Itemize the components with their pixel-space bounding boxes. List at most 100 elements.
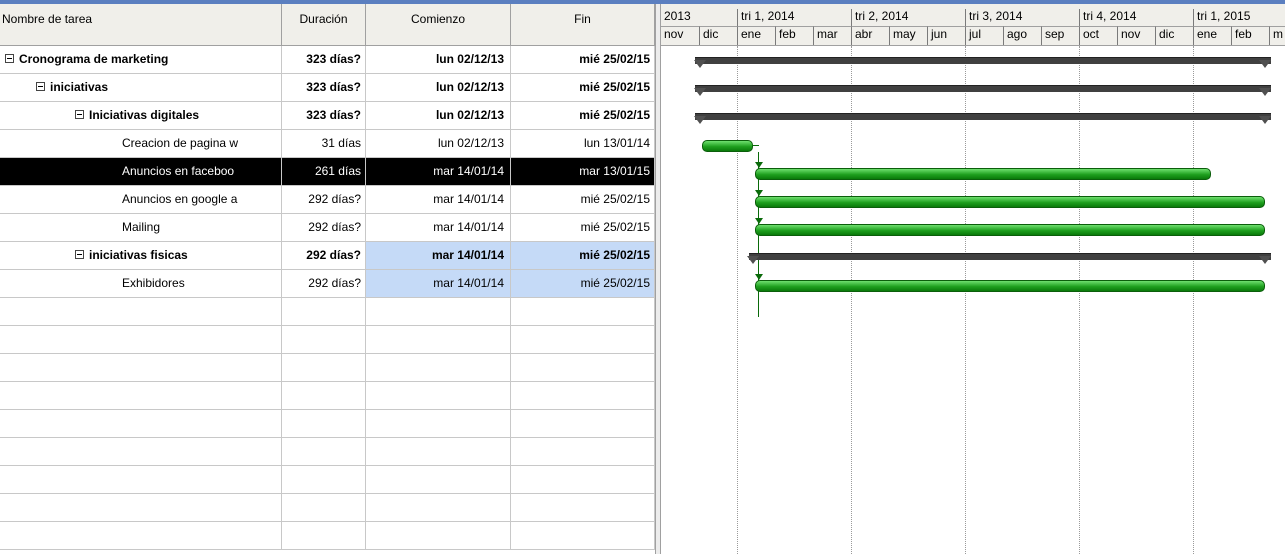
- timescale-month: nov: [661, 26, 699, 45]
- task-end[interactable]: mié 25/02/15: [511, 270, 655, 297]
- timescale-month: feb: [775, 26, 813, 45]
- summary-bar[interactable]: [695, 85, 1271, 92]
- task-start[interactable]: mar 14/01/14: [366, 270, 511, 297]
- table-row[interactable]: Iniciativas digitales 323 días? lun 02/1…: [0, 102, 655, 130]
- summary-bar[interactable]: [695, 113, 1271, 120]
- task-end[interactable]: mié 25/02/15: [511, 74, 655, 101]
- summary-start-cap: [747, 256, 759, 264]
- task-start[interactable]: mar 14/01/14: [366, 214, 511, 241]
- task-bar[interactable]: [755, 196, 1265, 208]
- task-name: Iniciativas digitales: [89, 108, 200, 122]
- column-header-duration[interactable]: Duración: [282, 4, 366, 46]
- column-header-name[interactable]: Nombre de tarea: [0, 4, 282, 46]
- table-row[interactable]: iniciativas 323 días? lun 02/12/13 mié 2…: [0, 74, 655, 102]
- task-start[interactable]: lun 02/12/13: [366, 130, 511, 157]
- empty-row[interactable]: [0, 494, 655, 522]
- timescale-month: dic: [1155, 26, 1193, 45]
- table-row[interactable]: Cronograma de marketing 323 días? lun 02…: [0, 46, 655, 74]
- task-name[interactable]: Anuncios en google a: [0, 186, 282, 213]
- task-name: iniciativas fisicas: [89, 248, 188, 262]
- task-end[interactable]: mié 25/02/15: [511, 102, 655, 129]
- table-row[interactable]: iniciativas fisicas 292 días? mar 14/01/…: [0, 242, 655, 270]
- task-duration[interactable]: 292 días?: [282, 186, 366, 213]
- timescale-quarter: tri 2, 2014: [851, 9, 965, 26]
- quarter-gridline: [1079, 46, 1080, 554]
- timescale-month: ene: [1193, 26, 1231, 45]
- quarter-gridline: [965, 46, 966, 554]
- summary-start-cap: [694, 60, 706, 68]
- timescale-month: jun: [927, 26, 965, 45]
- task-end[interactable]: lun 13/01/14: [511, 130, 655, 157]
- table-row[interactable]: Creacion de pagina w 31 días lun 02/12/1…: [0, 130, 655, 158]
- task-end[interactable]: mié 25/02/15: [511, 214, 655, 241]
- task-end[interactable]: mié 25/02/15: [511, 242, 655, 269]
- empty-row[interactable]: [0, 522, 655, 550]
- task-end[interactable]: mié 25/02/15: [511, 186, 655, 213]
- dependency-link: [752, 145, 759, 146]
- timescale-quarter: tri 1, 2015: [1193, 9, 1285, 26]
- gantt-chart: 2013 tri 1, 2014 tri 2, 2014 tri 3, 2014…: [661, 4, 1285, 554]
- empty-row[interactable]: [0, 466, 655, 494]
- task-bar[interactable]: [702, 140, 753, 152]
- task-bar[interactable]: [755, 168, 1211, 180]
- table-row[interactable]: Mailing 292 días? mar 14/01/14 mié 25/02…: [0, 214, 655, 242]
- task-table: Nombre de tarea Duración Comienzo Fin Cr…: [0, 4, 655, 554]
- table-row-selected[interactable]: Anuncios en faceboo 261 días mar 14/01/1…: [0, 158, 655, 186]
- task-duration[interactable]: 292 días?: [282, 270, 366, 297]
- task-bar[interactable]: [755, 224, 1265, 236]
- task-start[interactable]: mar 14/01/14: [366, 186, 511, 213]
- task-bar[interactable]: [755, 280, 1265, 292]
- task-end[interactable]: mié 25/02/15: [511, 46, 655, 73]
- timescale-month: abr: [851, 26, 889, 45]
- task-start[interactable]: lun 02/12/13: [366, 46, 511, 73]
- summary-bar[interactable]: [749, 253, 1271, 260]
- task-duration[interactable]: 292 días?: [282, 214, 366, 241]
- task-end[interactable]: mar 13/01/15: [511, 158, 655, 185]
- empty-row[interactable]: [0, 326, 655, 354]
- timescale-month: ago: [1003, 26, 1041, 45]
- timescale-header: 2013 tri 1, 2014 tri 2, 2014 tri 3, 2014…: [661, 4, 1285, 46]
- timescale-month: ene: [737, 26, 775, 45]
- summary-start-cap: [694, 116, 706, 124]
- task-start[interactable]: mar 14/01/14: [366, 158, 511, 185]
- collapse-toggle-icon[interactable]: [75, 110, 84, 120]
- task-name[interactable]: Exhibidores: [0, 270, 282, 297]
- summary-bar[interactable]: [695, 57, 1271, 64]
- task-name[interactable]: Mailing: [0, 214, 282, 241]
- task-duration[interactable]: 323 días?: [282, 46, 366, 73]
- timescale-month: nov: [1117, 26, 1155, 45]
- table-row[interactable]: Exhibidores 292 días? mar 14/01/14 mié 2…: [0, 270, 655, 298]
- task-duration[interactable]: 292 días?: [282, 242, 366, 269]
- quarter-gridline: [851, 46, 852, 554]
- task-start[interactable]: mar 14/01/14: [366, 242, 511, 269]
- task-start[interactable]: lun 02/12/13: [366, 74, 511, 101]
- task-name: iniciativas: [50, 80, 109, 94]
- summary-end-cap: [1259, 60, 1271, 68]
- timescale-month: jul: [965, 26, 1003, 45]
- task-name[interactable]: Anuncios en faceboo: [0, 158, 282, 185]
- timescale-month: sep: [1041, 26, 1079, 45]
- timescale-quarter: tri 4, 2014: [1079, 9, 1193, 26]
- task-duration[interactable]: 323 días?: [282, 74, 366, 101]
- table-row[interactable]: Anuncios en google a 292 días? mar 14/01…: [0, 186, 655, 214]
- column-header-start[interactable]: Comienzo: [366, 4, 511, 46]
- timescale-quarter: tri 3, 2014: [965, 9, 1079, 26]
- summary-end-cap: [1259, 88, 1271, 96]
- quarter-gridline: [737, 46, 738, 554]
- collapse-toggle-icon[interactable]: [36, 82, 45, 92]
- empty-row[interactable]: [0, 410, 655, 438]
- task-duration[interactable]: 323 días?: [282, 102, 366, 129]
- timescale-month: dic: [699, 26, 737, 45]
- column-header-end[interactable]: Fin: [511, 4, 655, 46]
- timescale-quarter: 2013: [664, 9, 691, 23]
- task-name[interactable]: Creacion de pagina w: [0, 130, 282, 157]
- collapse-toggle-icon[interactable]: [5, 54, 14, 64]
- empty-row[interactable]: [0, 382, 655, 410]
- empty-row[interactable]: [0, 354, 655, 382]
- empty-row[interactable]: [0, 298, 655, 326]
- task-duration[interactable]: 261 días: [282, 158, 366, 185]
- empty-row[interactable]: [0, 438, 655, 466]
- task-start[interactable]: lun 02/12/13: [366, 102, 511, 129]
- collapse-toggle-icon[interactable]: [75, 250, 84, 260]
- task-duration[interactable]: 31 días: [282, 130, 366, 157]
